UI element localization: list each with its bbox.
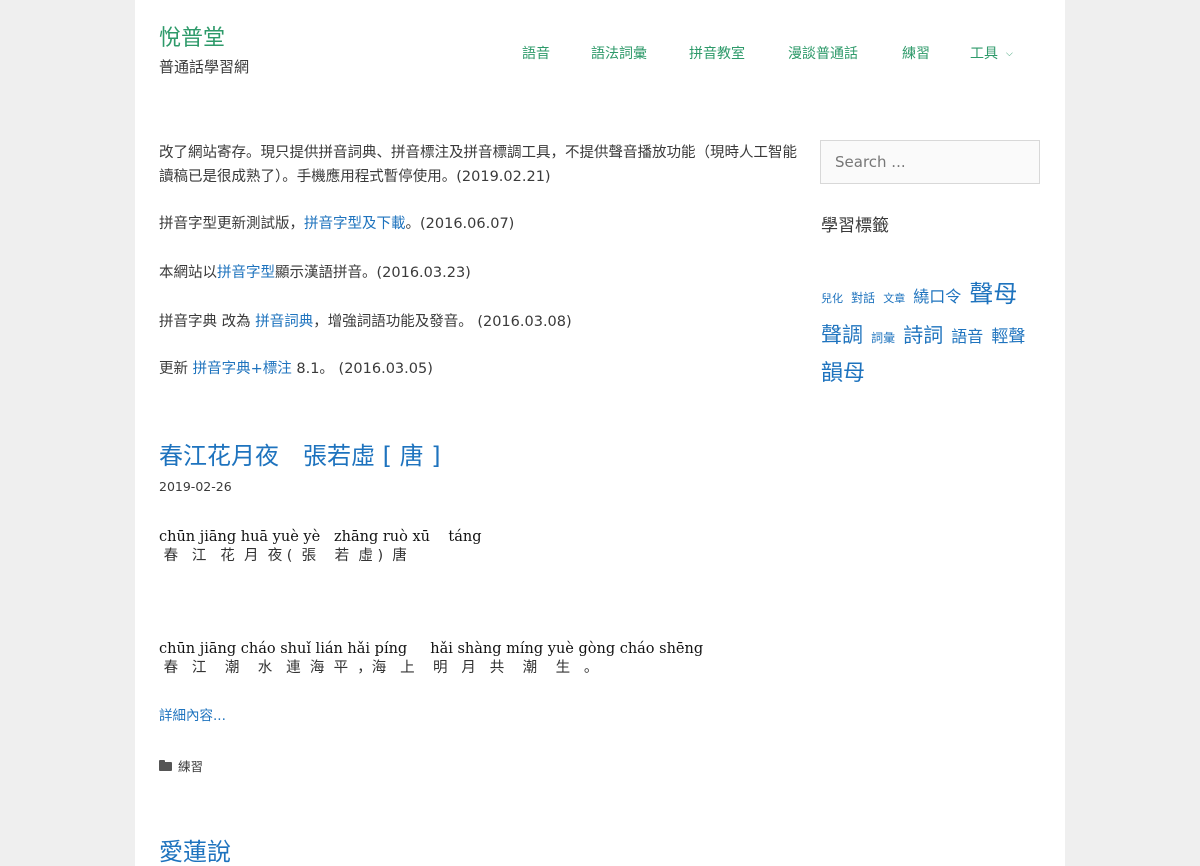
nav-item-phonetics[interactable]: 語音 <box>522 44 550 64</box>
notice-text: 拼音字型更新測試版， <box>159 216 304 232</box>
tag-tongue-twister[interactable]: 繞口令 <box>913 287 961 306</box>
next-post-title[interactable]: 愛蓮說 <box>159 840 231 864</box>
read-more-link[interactable]: 詳細內容... <box>159 709 226 724</box>
tag-widget-title: 學習標籤 <box>821 216 889 236</box>
page-container: 悅普堂 普通話學習網 語音 語法詞彙 拼音教室 漫談普通話 練習 工具 ⌵ 改了網… <box>135 0 1065 866</box>
tag-neutral-tone[interactable]: 輕聲 <box>991 327 1025 347</box>
notice-dictionary: 拼音字典 改為 拼音詞典，增強詞語功能及發音。 (2016.03.08) <box>159 310 799 334</box>
folder-icon <box>159 760 172 771</box>
nav-item-tools-label: 工具 <box>970 46 998 62</box>
tag-dialogue[interactable]: 對話 <box>851 291 875 305</box>
hanzi-line: 春 江 花 月 夜 ( 張 若 虛 ) 唐 <box>159 548 407 564</box>
nav-item-putonghua-talk[interactable]: 漫談普通話 <box>788 44 858 64</box>
chevron-down-icon: ⌵ <box>1006 49 1013 59</box>
pinyin-font-download-link[interactable]: 拼音字型及下載 <box>304 216 406 232</box>
tag-vocabulary[interactable]: 詞彙 <box>871 331 895 345</box>
pinyin-line: chūn jiāng huā yuè yè zhāng ruò xū táng <box>159 529 482 545</box>
search-input[interactable] <box>820 140 1040 184</box>
tag-initials[interactable]: 聲母 <box>969 280 1017 308</box>
notice-text: 本網站以 <box>159 265 217 281</box>
notice-date: 。(2016.06.07) <box>405 216 515 232</box>
pinyin-annotation-link[interactable]: 拼音字典+標注 <box>193 361 292 377</box>
post-category: 練習 <box>159 759 203 774</box>
main-navigation: 語音 語法詞彙 拼音教室 漫談普通話 練習 工具 ⌵ <box>135 44 1065 64</box>
notice-font-update: 拼音字型更新測試版，拼音字型及下載。(2016.06.07) <box>159 212 799 236</box>
tag-article[interactable]: 文章 <box>883 292 905 305</box>
post-date[interactable]: 2019-02-26 <box>159 480 232 494</box>
notice-hosting-change: 改了網站寄存。現只提供拼音詞典、拼音標注及拼音標調工具，不提供聲音播放功能（現時… <box>159 145 797 185</box>
notice-date: 顯示漢語拼音。(2016.03.23) <box>275 265 471 281</box>
tag-finals[interactable]: 韻母 <box>821 361 865 386</box>
notice-date: 8.1。 (2016.03.05) <box>291 361 433 377</box>
pinyin-line: chūn jiāng cháo shuǐ lián hǎi píng hǎi s… <box>159 641 704 657</box>
tag-tones[interactable]: 聲調 <box>821 323 863 347</box>
notice-font-display: 本網站以拼音字型顯示漢語拼音。(2016.03.23) <box>159 261 799 285</box>
notice-text: 更新 <box>159 361 193 377</box>
hanzi-line: 春 江 潮 水 連 海 平 ，海 上 明 月 共 潮 生 。 <box>159 660 599 676</box>
post-title[interactable]: 春江花月夜 張若虛 [ 唐 ] <box>159 444 441 468</box>
tag-phonetics[interactable]: 語音 <box>951 327 983 346</box>
pinyin-font-link[interactable]: 拼音字型 <box>217 265 275 281</box>
notice-text: 拼音字典 改為 <box>159 314 256 330</box>
tag-cloud: 兒化 對話 文章 繞口令 聲母 聲調 詞彙 詩詞 語音 輕聲 韻母 <box>821 276 1046 393</box>
tag-erhua[interactable]: 兒化 <box>821 292 843 305</box>
category-link[interactable]: 練習 <box>178 759 203 774</box>
tag-poetry[interactable]: 詩詞 <box>903 323 943 347</box>
notice-date: ，增強詞語功能及發音。 (2016.03.08) <box>313 314 572 330</box>
pinyin-dictionary-link[interactable]: 拼音詞典 <box>255 314 313 330</box>
nav-item-grammar[interactable]: 語法詞彙 <box>591 44 647 64</box>
nav-item-tools[interactable]: 工具 ⌵ <box>970 44 1013 64</box>
notice-annotation-update: 更新 拼音字典+標注 8.1。 (2016.03.05) <box>159 357 799 381</box>
nav-item-pinyin-class[interactable]: 拼音教室 <box>689 44 745 64</box>
nav-item-practice[interactable]: 練習 <box>902 44 930 64</box>
